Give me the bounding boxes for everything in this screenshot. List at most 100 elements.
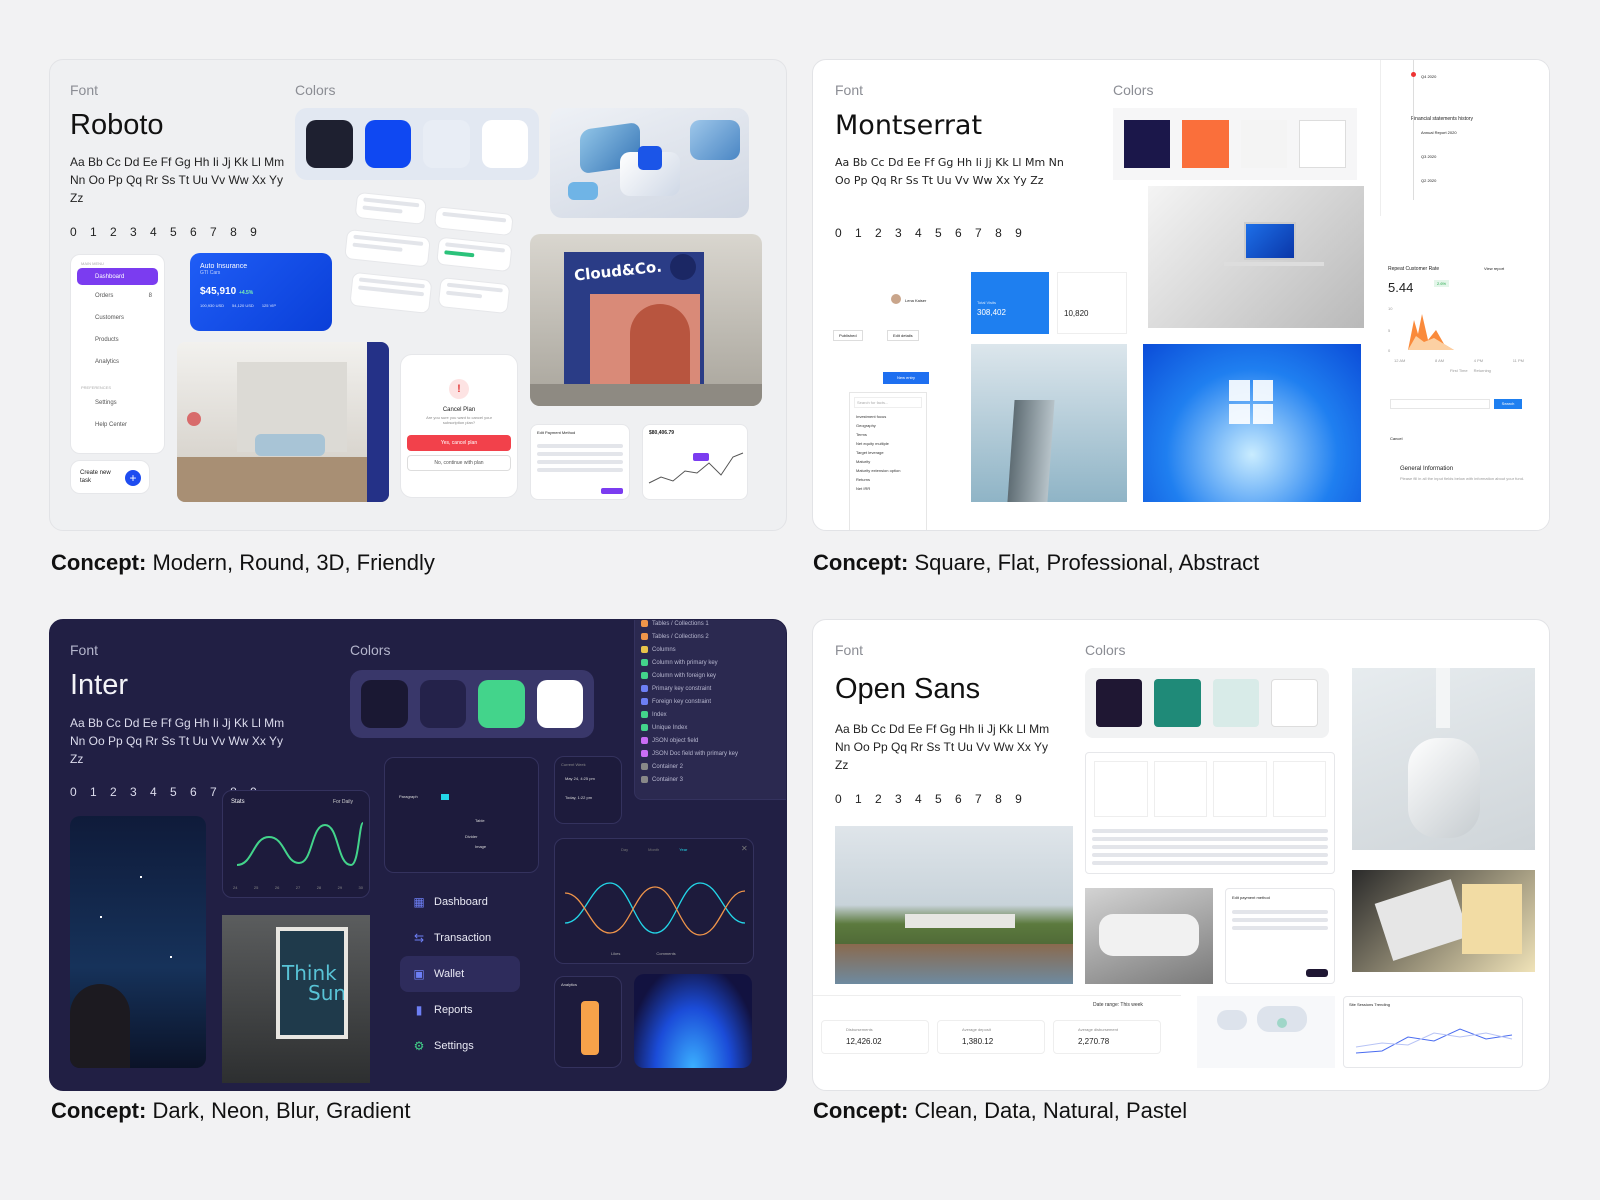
- color-swatch: [1182, 120, 1229, 168]
- tree-item-icon: [641, 646, 648, 653]
- concept-caption: Concept: Modern, Round, 3D, Friendly: [51, 550, 435, 576]
- menu-item-products[interactable]: Products: [71, 329, 164, 351]
- kpi-strip: Date range: This week Disbursements 12,4…: [813, 995, 1181, 1065]
- view-report-link[interactable]: View report: [1484, 266, 1504, 271]
- filter-option[interactable]: Geography: [850, 421, 926, 430]
- filter-option[interactable]: Investment focus: [850, 412, 926, 421]
- tree-item[interactable]: Unique Index: [635, 721, 786, 734]
- analytics-card: Analytics: [554, 976, 622, 1068]
- color-swatch: [1124, 120, 1171, 168]
- world-map: [1197, 996, 1335, 1068]
- filter-option[interactable]: Terms: [850, 430, 926, 439]
- stats-period-select[interactable]: For Daily: [333, 799, 353, 805]
- headphones-photo: [1352, 668, 1535, 850]
- insert-table-item[interactable]: Table: [475, 818, 485, 823]
- tree-item[interactable]: Index: [635, 708, 786, 721]
- filter-option[interactable]: Net IRR: [850, 484, 926, 493]
- filter-option[interactable]: Target leverage: [850, 448, 926, 457]
- stats-day-tick: 29: [337, 885, 343, 890]
- menu-item-analytics[interactable]: Analytics: [71, 351, 164, 373]
- create-task-button[interactable]: Create new task +: [70, 460, 150, 494]
- published-button[interactable]: Published: [833, 330, 863, 341]
- filter-option[interactable]: Maturity: [850, 457, 926, 466]
- timeline-title: Financial statements history: [1411, 116, 1473, 122]
- tree-item[interactable]: Column with primary key: [635, 656, 786, 669]
- building-photo: [971, 344, 1127, 502]
- wallet-icon: ▣: [413, 967, 425, 981]
- filter-search-input[interactable]: Search for facts...: [854, 397, 922, 408]
- menu-item-label: Orders: [95, 293, 114, 299]
- chart-tab[interactable]: Month: [648, 847, 659, 852]
- menu-item-dashboard[interactable]: Dashboard: [77, 268, 158, 285]
- alphabet-sample: Aa Bb Cc Dd Ee Ff Gg Hh Ii Jj Kk Ll Mm N…: [835, 156, 1064, 187]
- tree-item[interactable]: JSON Doc field with primary key: [635, 747, 786, 760]
- edit-details-button[interactable]: Edit details: [887, 330, 919, 341]
- tree-item[interactable]: Foreign key constraint: [635, 695, 786, 708]
- general-info-panel: Cancel General Information Please fill i…: [1380, 432, 1549, 530]
- price-line-chart: [648, 452, 744, 484]
- concept-prefix: Concept:: [51, 1098, 147, 1123]
- filter-option[interactable]: Net equity multiple: [850, 439, 926, 448]
- search-bar: Search: [1380, 394, 1530, 414]
- nav-item-dashboard[interactable]: ▦ Dashboard: [400, 884, 520, 920]
- nav-item-wallet[interactable]: ▣ Wallet: [400, 956, 520, 992]
- insert-divider-item[interactable]: Divider: [465, 834, 477, 839]
- color-swatch: [361, 680, 408, 728]
- concept-prefix: Concept:: [51, 550, 147, 575]
- sessions-title: Site Sessions Trending: [1349, 1002, 1390, 1007]
- kpi-value: 12,426.02: [846, 1037, 882, 1046]
- payment-form: Edit Payment Method: [530, 424, 630, 500]
- insert-image-item[interactable]: Image: [475, 844, 486, 849]
- tree-item[interactable]: Container 3: [635, 773, 786, 786]
- close-icon[interactable]: ✕: [741, 844, 748, 853]
- color-swatch: [364, 120, 411, 168]
- color-swatch: [423, 120, 470, 168]
- insurance-card: Auto Insurance GTI Cars $45,910 +4.5% 10…: [190, 253, 332, 331]
- nav-item-settings[interactable]: ⚙ Settings: [400, 1028, 520, 1064]
- new-entry-button[interactable]: New entry: [883, 372, 929, 384]
- search-button[interactable]: Search: [1494, 399, 1522, 409]
- tree-item-label: Tables / Collections 2: [652, 633, 709, 640]
- concept-card-open-sans: Font Colors Open Sans Aa Bb Cc Dd Ee Ff …: [812, 619, 1550, 1091]
- kpi-label: Average disbursement: [1078, 1027, 1118, 1032]
- nav-item-reports[interactable]: ▮ Reports: [400, 992, 520, 1028]
- chart-tab[interactable]: Year: [679, 847, 687, 852]
- filter-option[interactable]: Maturity extension option: [850, 466, 926, 475]
- menu-item-settings[interactable]: Settings: [71, 392, 164, 414]
- tree-item[interactable]: Tables / Collections 1: [635, 620, 786, 630]
- nav-label: Transaction: [434, 932, 492, 944]
- cancel-plan-dialog: ! Cancel Plan Are you sure you want to c…: [400, 354, 518, 498]
- tree-item[interactable]: Column with foreign key: [635, 669, 786, 682]
- chart-tab[interactable]: Day: [621, 847, 628, 852]
- tree-item[interactable]: Columns: [635, 643, 786, 656]
- insurance-stat: 125 VIP: [261, 303, 277, 308]
- menu-item-customers[interactable]: Customers: [71, 307, 164, 329]
- tree-item[interactable]: Primary key constraint: [635, 682, 786, 695]
- tree-item-icon: [641, 724, 648, 731]
- tree-item[interactable]: Container 2: [635, 760, 786, 773]
- analytics-title: Analytics: [561, 982, 578, 987]
- visits-label: Total Visits: [977, 300, 997, 305]
- filter-option[interactable]: Returns: [850, 475, 926, 484]
- date-range-select[interactable]: Date range: This week: [1093, 1002, 1143, 1008]
- tree-item[interactable]: Tables / Collections 2: [635, 630, 786, 643]
- menu-item-help-center[interactable]: Help Center: [71, 414, 164, 436]
- paragraph-style-select[interactable]: Paragraph: [399, 794, 418, 799]
- side-menu: MAIN MENU Dashboard Orders 8 Customers Pr…: [70, 254, 165, 454]
- nav-item-transaction[interactable]: ⇆ Transaction: [400, 920, 520, 956]
- stats-day-tick: 25: [253, 885, 259, 890]
- tree-item[interactable]: JSON object field: [635, 734, 786, 747]
- confirm-cancel-button[interactable]: Yes, cancel plan: [407, 435, 511, 451]
- color-swatch: [1212, 679, 1260, 727]
- concept-card-montserrat: Font Colors Montserrat Aa Bb Cc Dd Ee Ff…: [812, 59, 1550, 531]
- tree-item-label: Column with primary key: [652, 659, 718, 666]
- concept-prefix: Concept:: [813, 550, 909, 575]
- poster-word: Sun: [308, 981, 347, 1005]
- x-tick: 4 PM: [1473, 358, 1484, 363]
- laptop-shadow-image: [1148, 186, 1364, 328]
- continue-plan-button[interactable]: No, continue with plan: [407, 455, 511, 471]
- cancel-link[interactable]: Cancel: [1390, 436, 1402, 441]
- menu-item-orders[interactable]: Orders 8: [71, 285, 164, 307]
- x-tick: 12 AM: [1394, 358, 1406, 363]
- font-label: Font: [835, 82, 864, 98]
